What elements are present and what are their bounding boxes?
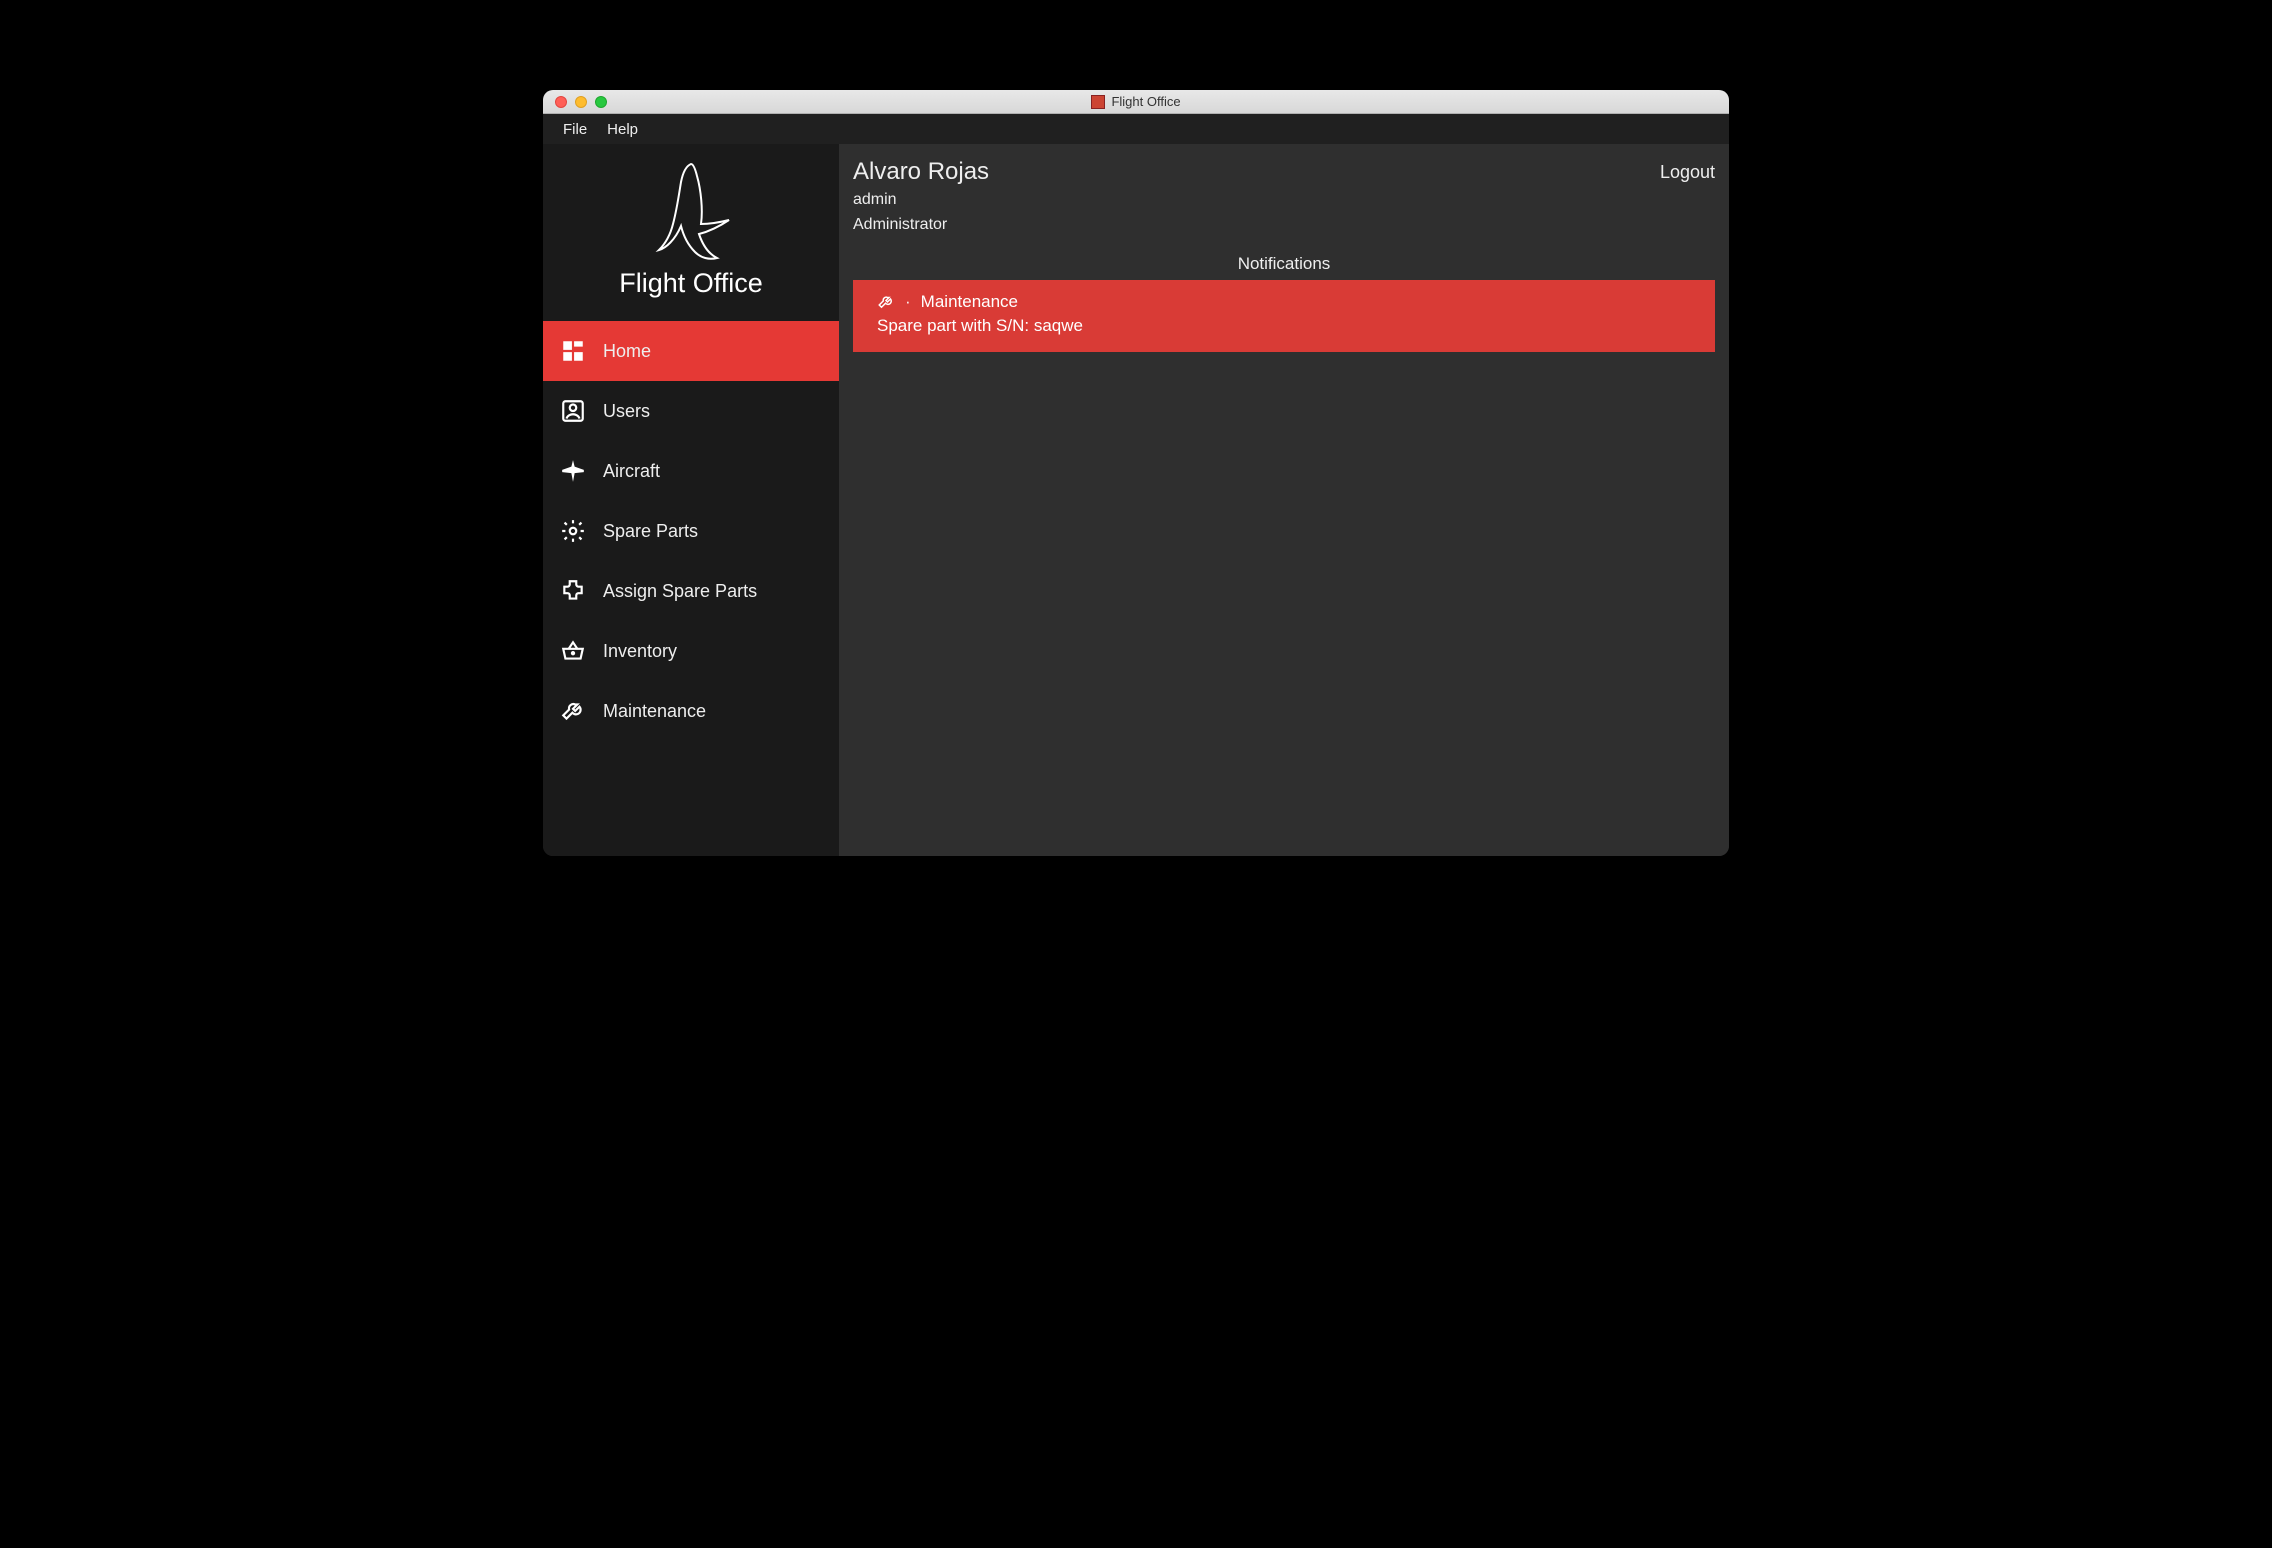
notification-card[interactable]: · Maintenance Spare part with S/N: saqwe	[853, 280, 1715, 352]
sidebar-item-aircraft[interactable]: Aircraft	[543, 441, 839, 501]
main-content: Alvaro Rojas admin Administrator Logout …	[839, 144, 1729, 856]
window-title-area: Flight Office	[543, 94, 1729, 109]
menubar: File Help	[543, 114, 1729, 144]
user-icon	[559, 397, 587, 425]
sidebar-item-label: Assign Spare Parts	[603, 581, 757, 602]
airplane-icon	[559, 457, 587, 485]
sidebar-item-users[interactable]: Users	[543, 381, 839, 441]
wrench-icon	[559, 697, 587, 725]
menu-file[interactable]: File	[563, 121, 587, 138]
app-window: Flight Office File Help Flight Office Ho…	[543, 90, 1729, 856]
notifications-heading: Notifications	[853, 254, 1715, 274]
notification-header-row: · Maintenance	[877, 292, 1691, 312]
bird-logo-icon	[631, 154, 751, 264]
sidebar-item-spare-parts[interactable]: Spare Parts	[543, 501, 839, 561]
notification-message: Spare part with S/N: saqwe	[877, 316, 1691, 336]
sidebar-item-home[interactable]: Home	[543, 321, 839, 381]
menu-help[interactable]: Help	[607, 121, 638, 138]
sidebar-item-label: Home	[603, 341, 651, 362]
dashboard-icon	[559, 337, 587, 365]
user-login: admin	[853, 190, 989, 211]
basket-icon	[559, 637, 587, 665]
sidebar-item-label: Spare Parts	[603, 521, 698, 542]
logo-area: Flight Office	[543, 144, 839, 321]
sidebar-item-label: Inventory	[603, 641, 677, 662]
logout-button[interactable]: Logout	[1660, 158, 1715, 183]
sidebar: Flight Office Home Users	[543, 144, 839, 856]
notification-category: Maintenance	[921, 292, 1018, 312]
brand-title: Flight Office	[619, 268, 763, 299]
user-block: Alvaro Rojas admin Administrator	[853, 158, 989, 236]
nav-list: Home Users Aircraft	[543, 321, 839, 741]
sidebar-item-label: Maintenance	[603, 701, 706, 722]
app-body: Flight Office Home Users	[543, 144, 1729, 856]
separator-dot: ·	[905, 292, 911, 312]
sidebar-item-maintenance[interactable]: Maintenance	[543, 681, 839, 741]
sidebar-item-inventory[interactable]: Inventory	[543, 621, 839, 681]
gear-icon	[559, 517, 587, 545]
main-header: Alvaro Rojas admin Administrator Logout	[853, 158, 1715, 236]
sidebar-item-label: Users	[603, 401, 650, 422]
titlebar: Flight Office	[543, 90, 1729, 114]
window-title: Flight Office	[1111, 94, 1180, 109]
sidebar-item-label: Aircraft	[603, 461, 660, 482]
wrench-icon	[877, 293, 895, 311]
app-icon	[1091, 95, 1105, 109]
user-role: Administrator	[853, 215, 989, 236]
user-name: Alvaro Rojas	[853, 158, 989, 186]
sidebar-item-assign-spare-parts[interactable]: Assign Spare Parts	[543, 561, 839, 621]
extension-icon	[559, 577, 587, 605]
